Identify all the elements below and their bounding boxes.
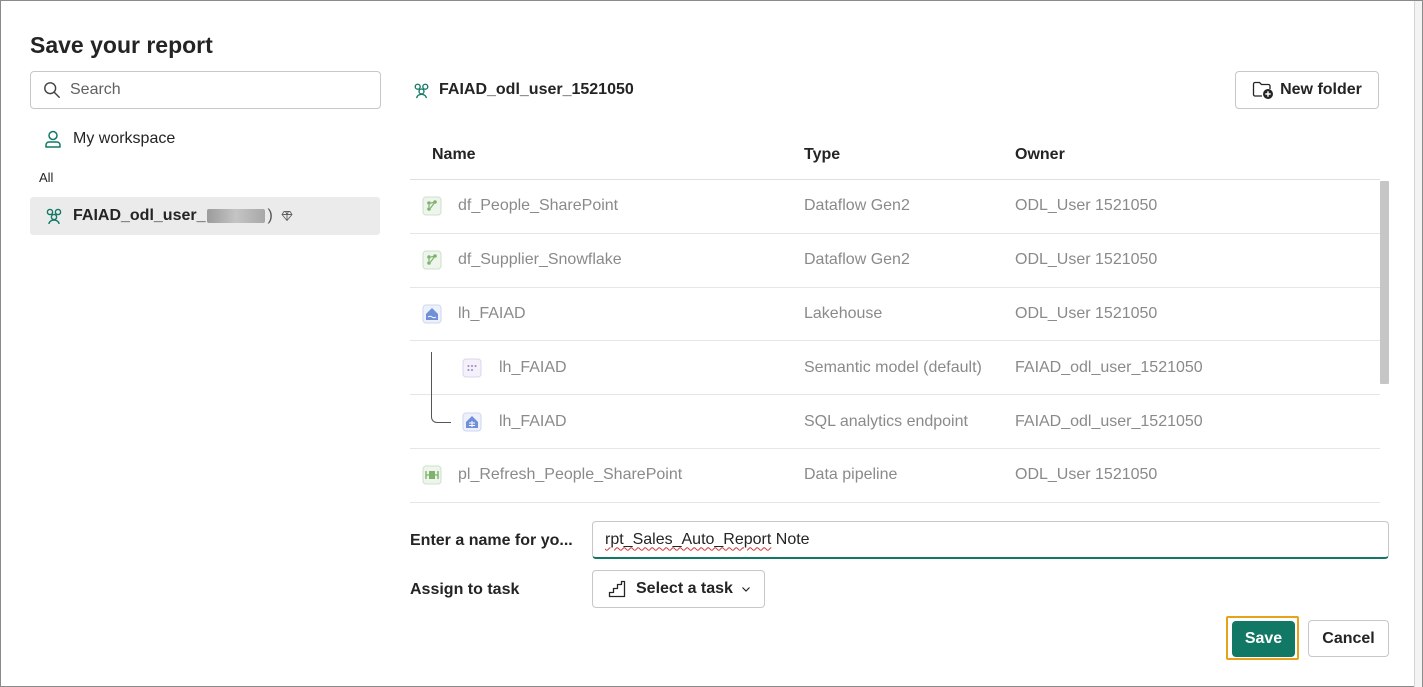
table-scrollbar[interactable] (1380, 181, 1389, 384)
new-folder-label: New folder (1280, 81, 1362, 98)
row-name: lh_FAIAD (499, 412, 567, 430)
breadcrumb-label: FAIAD_odl_user_1521050 (439, 81, 634, 98)
workspace-icon (414, 83, 429, 98)
cancel-button[interactable]: Cancel (1308, 620, 1389, 657)
report-name-value-suffix: Note (771, 530, 810, 548)
row-type: Semantic model (default) (804, 358, 982, 376)
row-name: pl_Refresh_People_SharePoint (458, 466, 683, 484)
table-row[interactable]: lh_FAIAD Lakehouse ODL_User 1521050 (410, 288, 1380, 342)
section-label-all: All (39, 170, 54, 185)
background-edge (1414, 1, 1422, 687)
save-report-dialog: Save your report My workspace All FAIAD_… (0, 0, 1423, 687)
column-header-type[interactable]: Type (804, 146, 840, 164)
my-workspace-label: My workspace (73, 130, 176, 147)
report-name-input[interactable]: rpt_Sales_Auto_Report Note (592, 521, 1389, 559)
table-header: Name Type Owner (410, 131, 1380, 180)
workspace-icon (46, 208, 62, 225)
row-type: SQL analytics endpoint (804, 412, 968, 430)
row-type: Dataflow Gen2 (804, 197, 910, 215)
items-table: Name Type Owner df_People_SharePoint Dat… (410, 131, 1380, 503)
table-row[interactable]: df_Supplier_Snowflake Dataflow Gen2 ODL_… (410, 234, 1380, 288)
row-owner: FAIAD_odl_user_1521050 (1015, 358, 1203, 376)
select-task-dropdown[interactable]: Select a task (592, 570, 765, 608)
task-field-label: Assign to task (410, 581, 520, 598)
row-owner: ODL_User 1521050 (1015, 197, 1158, 215)
column-header-owner[interactable]: Owner (1015, 146, 1065, 164)
row-name: lh_FAIAD (499, 358, 567, 376)
row-owner: ODL_User 1521050 (1015, 304, 1158, 322)
folder-add-icon (1252, 81, 1274, 99)
sql-endpoint-icon (462, 412, 482, 432)
person-icon (45, 130, 61, 148)
premium-diamond-icon (281, 211, 293, 221)
table-row[interactable]: pl_Refresh_People_SharePoint Data pipeli… (410, 449, 1380, 503)
new-folder-button[interactable]: New folder (1235, 71, 1379, 109)
redacted-text (207, 209, 266, 223)
workspace-item-label: FAIAD_odl_user_ (73, 207, 206, 224)
row-type: Lakehouse (804, 304, 883, 322)
row-owner: FAIAD_odl_user_1521050 (1015, 412, 1203, 430)
tree-connector-line (431, 352, 451, 423)
row-name: df_People_SharePoint (458, 197, 619, 215)
row-type: Data pipeline (804, 466, 898, 484)
row-name: df_Supplier_Snowflake (458, 251, 622, 269)
search-box[interactable] (30, 71, 381, 109)
dataflow-icon (422, 250, 442, 270)
breadcrumb: FAIAD_odl_user_1521050 (412, 79, 634, 101)
task-steps-icon (608, 580, 626, 598)
workspace-item-label-suffix: ) (267, 207, 273, 224)
name-field-label: Enter a name for yo... (410, 532, 573, 549)
semantic-model-icon (462, 358, 482, 378)
chevron-down-icon (742, 587, 750, 592)
select-task-label: Select a task (636, 580, 733, 597)
search-input[interactable] (70, 81, 360, 99)
pipeline-icon (422, 465, 442, 485)
row-owner: ODL_User 1521050 (1015, 251, 1158, 269)
row-owner: ODL_User 1521050 (1015, 466, 1158, 484)
table-row[interactable]: lh_FAIAD Semantic model (default) FAIAD_… (410, 341, 1380, 396)
row-type: Dataflow Gen2 (804, 251, 910, 269)
dataflow-icon (422, 196, 442, 216)
my-workspace-item[interactable]: My workspace (43, 127, 175, 151)
report-name-value: rpt_Sales_Auto_Report (605, 530, 772, 548)
save-button[interactable]: Save (1232, 621, 1295, 657)
table-row[interactable]: df_People_SharePoint Dataflow Gen2 ODL_U… (410, 180, 1380, 234)
row-name: lh_FAIAD (458, 304, 526, 322)
dialog-title: Save your report (30, 32, 213, 58)
column-header-name[interactable]: Name (432, 146, 476, 164)
workspace-item-faiad[interactable]: FAIAD_odl_user_ ) (30, 197, 380, 235)
table-row[interactable]: lh_FAIAD SQL analytics endpoint FAIAD_od… (410, 395, 1380, 449)
search-icon (44, 82, 60, 98)
lakehouse-icon (422, 304, 442, 324)
